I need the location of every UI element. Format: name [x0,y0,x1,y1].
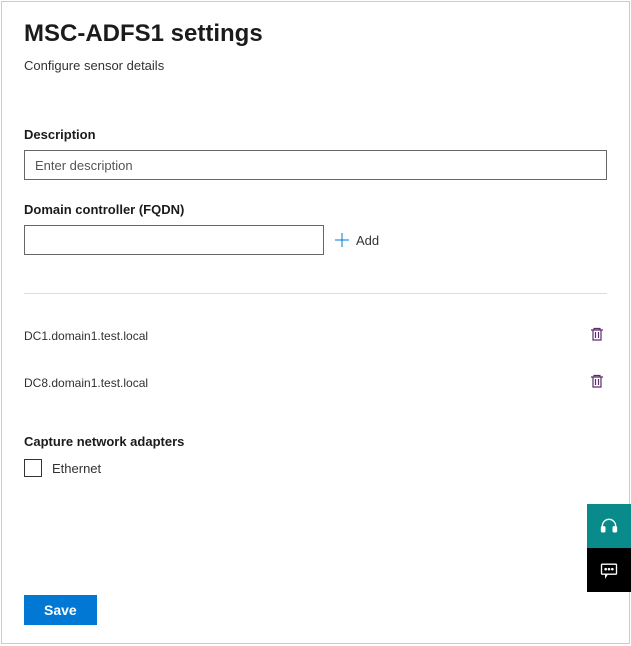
dc-name: DC8.domain1.test.local [24,376,148,390]
description-label: Description [24,127,607,142]
add-button-label: Add [356,233,379,248]
ethernet-label: Ethernet [52,461,101,476]
delete-button[interactable] [587,324,607,347]
divider [24,293,607,294]
add-button[interactable]: Add [334,232,379,248]
adapter-option: Ethernet [24,459,607,477]
fqdn-label: Domain controller (FQDN) [24,202,607,217]
save-button[interactable]: Save [24,595,97,625]
floating-actions [587,504,631,592]
support-button[interactable] [587,504,631,548]
adapters-section: Capture network adapters Ethernet [24,434,607,477]
trash-icon [589,326,605,342]
dc-list: DC1.domain1.test.local DC8.domain1.test.… [24,312,607,406]
list-item: DC1.domain1.test.local [24,312,607,359]
ethernet-checkbox[interactable] [24,459,42,477]
list-item: DC8.domain1.test.local [24,359,607,406]
headset-icon [599,516,619,536]
dc-name: DC1.domain1.test.local [24,329,148,343]
settings-panel: MSC-ADFS1 settings Configure sensor deta… [1,1,630,644]
feedback-icon [599,560,619,580]
fqdn-input[interactable] [24,225,324,255]
trash-icon [589,373,605,389]
page-title: MSC-ADFS1 settings [24,20,607,48]
fqdn-section: Domain controller (FQDN) Add [24,202,607,255]
adapters-label: Capture network adapters [24,434,607,449]
delete-button[interactable] [587,371,607,394]
description-input[interactable] [24,150,607,180]
description-section: Description [24,127,607,180]
feedback-button[interactable] [587,548,631,592]
plus-icon [334,232,350,248]
page-subtitle: Configure sensor details [24,58,607,73]
